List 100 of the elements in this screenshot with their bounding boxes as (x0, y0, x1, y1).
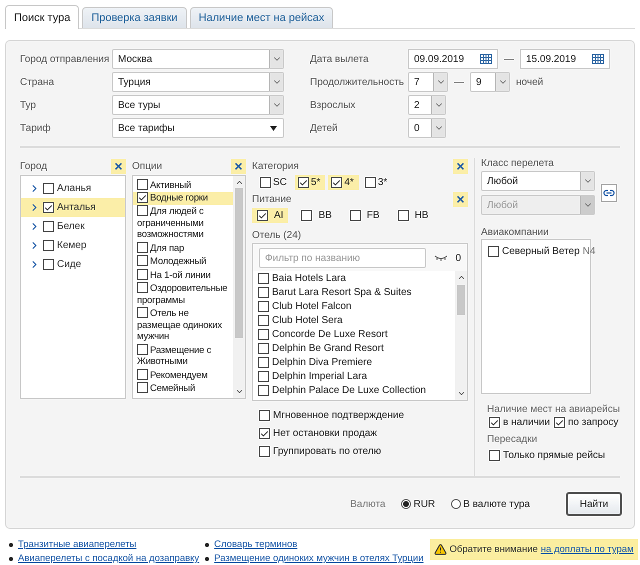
checkbox[interactable] (350, 210, 361, 221)
checkbox[interactable] (258, 314, 269, 326)
checkbox[interactable] (43, 202, 54, 213)
checkbox[interactable] (258, 286, 269, 298)
clear-button[interactable]: × (111, 158, 126, 174)
date-field[interactable]: 09.09.2019 (408, 49, 498, 69)
link[interactable]: на доплаты по турам (540, 544, 634, 555)
checkbox[interactable] (301, 210, 312, 221)
clear-button[interactable]: × (231, 158, 246, 174)
checkbox[interactable] (258, 384, 269, 396)
airline-code: N4 (582, 246, 596, 257)
checkbox[interactable] (43, 259, 54, 270)
checkbox[interactable] (258, 342, 269, 354)
checkbox[interactable] (298, 177, 309, 188)
link-button[interactable] (601, 184, 617, 202)
checkbox[interactable] (137, 368, 148, 380)
checkbox-label: 3* (378, 177, 388, 188)
checkbox[interactable] (137, 255, 148, 266)
checkbox[interactable] (137, 242, 148, 252)
checkbox[interactable] (257, 210, 268, 221)
list-item[interactable]: Аланья (21, 179, 125, 198)
list-item[interactable]: Белек (21, 217, 125, 236)
checkbox[interactable] (43, 240, 54, 251)
list-item[interactable]: Активный (133, 178, 233, 192)
checkbox[interactable] (489, 417, 500, 428)
select-field[interactable]: Все туры (112, 95, 284, 115)
link[interactable]: Транзитные авиаперелеты (18, 539, 136, 550)
select-field[interactable]: 7 (408, 72, 448, 92)
checkbox[interactable] (364, 177, 376, 188)
checkbox[interactable] (258, 300, 269, 312)
clear-button[interactable]: × (453, 192, 468, 206)
checkbox[interactable] (258, 328, 269, 340)
checkbox[interactable] (260, 177, 271, 188)
list-item[interactable]: Молодежный (133, 254, 233, 268)
list-item[interactable]: Оздоровительные программы (133, 282, 233, 306)
checkbox[interactable] (331, 177, 342, 188)
filter-field[interactable]: Фильтр по названию (259, 248, 426, 268)
checkbox[interactable] (488, 246, 499, 257)
tab[interactable]: Поиск тура (5, 5, 80, 29)
tab[interactable]: Наличие мест на рейсах (190, 7, 334, 28)
list-item[interactable]: Анталья (21, 198, 125, 217)
radio-button[interactable] (451, 499, 462, 509)
checkbox[interactable] (398, 210, 409, 221)
count-label: 0 (455, 252, 461, 264)
link[interactable]: Словарь терминов (214, 539, 298, 550)
date-field[interactable]: 15.09.2019 (520, 49, 610, 69)
checkbox[interactable] (137, 382, 148, 393)
list-item[interactable]: Сиде (21, 255, 125, 274)
select-field[interactable]: 9 (470, 72, 510, 92)
chevron-up-icon[interactable] (456, 273, 466, 282)
chevron-up-icon[interactable] (234, 178, 244, 187)
checkbox[interactable] (259, 428, 270, 439)
checkbox[interactable] (43, 183, 54, 194)
select-field[interactable]: Москва (112, 49, 284, 69)
list-item[interactable]: Отель не размещае одиноких мужчин (133, 306, 233, 343)
field-label: Взрослых (310, 100, 356, 110)
checkbox[interactable] (137, 307, 148, 318)
checkbox-label: в наличии (503, 417, 550, 428)
select-field[interactable]: Любой (481, 171, 595, 191)
tab[interactable]: Проверка заявки (82, 7, 187, 28)
select-field[interactable]: Турция (112, 72, 284, 92)
checkbox-label: Delphin Palace De Luxe Collection (272, 384, 426, 396)
checkbox[interactable] (137, 282, 148, 293)
checkbox[interactable] (259, 410, 270, 421)
checkbox[interactable] (137, 205, 148, 216)
checkbox[interactable] (258, 370, 269, 382)
scrollbar-thumb[interactable] (457, 285, 465, 315)
list-item[interactable]: Размещение с Животными (133, 343, 233, 368)
list-item[interactable]: Семейный (133, 382, 233, 395)
radio-button[interactable] (401, 499, 412, 509)
checkbox[interactable] (258, 272, 269, 284)
link[interactable]: Размещение одиноких мужчин в отелях Турции (214, 553, 424, 564)
chevron-down-icon[interactable] (456, 389, 466, 398)
scrollbar[interactable] (233, 176, 245, 398)
list-item[interactable]: Кемер (21, 236, 125, 255)
search-button[interactable]: Найти (566, 492, 622, 516)
select-field[interactable]: 2 (408, 95, 446, 115)
list-item[interactable]: Рекомендуем (133, 368, 233, 382)
checkbox[interactable] (137, 192, 148, 203)
clear-button[interactable]: × (453, 158, 468, 174)
checkbox[interactable] (259, 446, 270, 457)
chevron-down-icon[interactable] (234, 387, 244, 396)
list-item[interactable]: Водные горки (133, 192, 233, 204)
checkbox[interactable] (489, 450, 500, 461)
field-label: Дата вылета (310, 54, 370, 64)
list-item[interactable]: Для пар (133, 241, 233, 254)
scrollbar[interactable] (455, 271, 467, 400)
checkbox[interactable] (137, 268, 148, 280)
select-field[interactable]: 0 (408, 118, 446, 138)
scrollbar-thumb[interactable] (235, 188, 243, 338)
checkbox[interactable] (137, 344, 148, 354)
link[interactable]: Авиаперелеты с посадкой на дозаправку (18, 553, 200, 564)
list-item[interactable]: Для людей с ограниченными возможностями (133, 204, 233, 241)
chevron-down-icon (269, 96, 283, 114)
checkbox[interactable] (43, 221, 54, 232)
checkbox[interactable] (554, 417, 565, 428)
checkbox[interactable] (258, 356, 269, 368)
select-field[interactable]: Все тарифы (112, 118, 284, 138)
list-item[interactable]: На 1-ой линии (133, 268, 233, 282)
checkbox[interactable] (137, 178, 148, 190)
